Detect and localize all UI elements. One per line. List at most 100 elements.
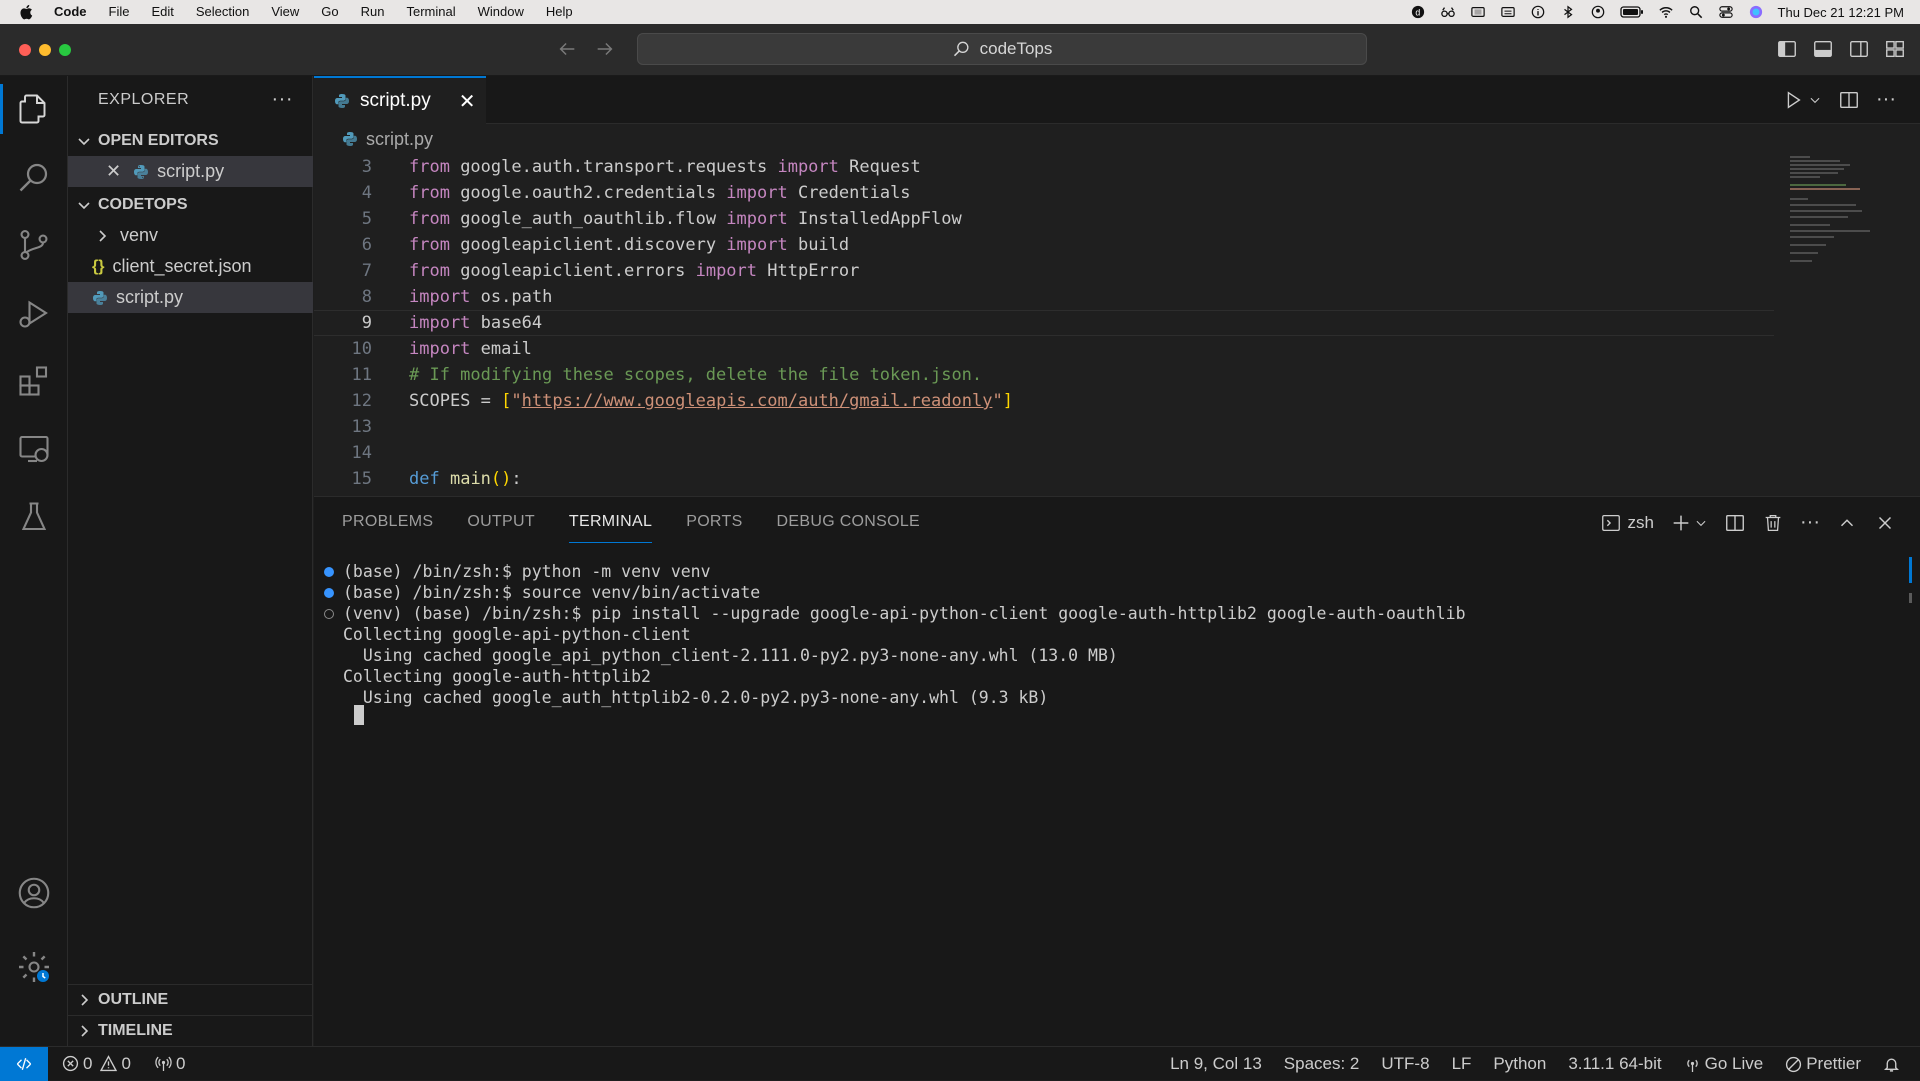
run-debug-activity[interactable]	[0, 280, 68, 346]
chevron-down-icon[interactable]	[1808, 89, 1822, 111]
command-decoration-icon[interactable]	[324, 608, 334, 619]
toggle-primary-sidebar-icon[interactable]	[1776, 38, 1798, 60]
tab-terminal[interactable]: TERMINAL	[568, 511, 653, 543]
code-text[interactable]: import email	[409, 339, 532, 359]
code-line[interactable]: 14	[314, 440, 1774, 466]
control-center-icon[interactable]	[1718, 5, 1734, 19]
go-live-button[interactable]: Go Live	[1684, 1054, 1763, 1074]
breadcrumb-file[interactable]: script.py	[366, 129, 433, 150]
python-interpreter[interactable]: 3.11.1 64-bit	[1568, 1054, 1661, 1074]
apple-logo-icon[interactable]	[18, 3, 36, 21]
menu-selection[interactable]: Selection	[185, 0, 260, 24]
back-arrow-icon[interactable]	[556, 38, 578, 60]
keyboard-icon[interactable]	[1500, 5, 1516, 19]
close-tab-icon[interactable]: ✕	[459, 89, 476, 114]
siri-icon[interactable]	[1748, 5, 1764, 19]
user-circle-icon[interactable]	[1590, 5, 1606, 19]
screen-share-icon[interactable]	[1470, 5, 1486, 19]
code-line[interactable]: 10 import email	[314, 336, 1774, 362]
minimap[interactable]	[1790, 154, 1880, 274]
tree-item-client-secret[interactable]: {} client_secret.json	[68, 251, 313, 282]
tab-ports[interactable]: PORTS	[686, 511, 742, 543]
open-editors-section[interactable]: OPEN EDITORS	[68, 126, 313, 156]
code-text[interactable]: from google.auth.transport.requests impo…	[409, 157, 921, 177]
code-text[interactable]: from googleapiclient.errors import HttpE…	[409, 261, 859, 281]
toggle-secondary-sidebar-icon[interactable]	[1848, 38, 1870, 60]
end-of-line[interactable]: LF	[1452, 1054, 1472, 1074]
close-window-button[interactable]	[19, 44, 31, 56]
source-control-activity[interactable]	[0, 212, 68, 278]
command-decoration-icon[interactable]	[324, 566, 334, 577]
menu-terminal[interactable]: Terminal	[396, 0, 467, 24]
split-terminal-icon[interactable]	[1724, 512, 1746, 534]
new-terminal-icon[interactable]	[1670, 512, 1692, 534]
code-text[interactable]: SCOPES = ["https://www.googleapis.com/au…	[409, 391, 1013, 411]
testing-activity[interactable]	[0, 484, 68, 550]
battery-icon[interactable]	[1619, 5, 1644, 19]
maximize-panel-icon[interactable]	[1836, 512, 1858, 534]
code-line[interactable]: 4 from google.oauth2.credentials import C…	[314, 180, 1774, 206]
remote-indicator[interactable]	[0, 1046, 48, 1081]
open-editor-item[interactable]: ✕ script.py	[68, 156, 313, 187]
more-actions-icon[interactable]: ···	[272, 88, 293, 111]
tab-problems[interactable]: PROBLEMS	[342, 511, 433, 543]
accounts-activity[interactable]	[0, 860, 68, 926]
code-text[interactable]: def main():	[409, 469, 522, 489]
code-line[interactable]: 6 from googleapiclient.discovery import b…	[314, 232, 1774, 258]
bell-icon[interactable]	[1883, 1056, 1900, 1073]
tree-item-venv[interactable]: venv	[68, 220, 313, 251]
trash-icon[interactable]	[1762, 512, 1784, 534]
bluetooth-icon[interactable]	[1560, 5, 1576, 19]
spotlight-search-icon[interactable]	[1688, 5, 1704, 19]
codetops-folder-section[interactable]: CODETOPS	[68, 190, 313, 220]
more-actions-icon[interactable]: ···	[1876, 88, 1896, 111]
ports-status[interactable]: 0	[155, 1054, 185, 1074]
terminal-shell-name[interactable]: zsh	[1628, 513, 1654, 533]
menu-window[interactable]: Window	[467, 0, 535, 24]
menu-app-name[interactable]: Code	[54, 0, 98, 24]
menu-edit[interactable]: Edit	[140, 0, 184, 24]
code-line[interactable]: 5 from google_auth_oauthlib.flow import I…	[314, 206, 1774, 232]
zoom-window-button[interactable]	[59, 44, 71, 56]
close-panel-icon[interactable]	[1874, 512, 1896, 534]
code-line[interactable]: 9 import base64	[314, 310, 1774, 336]
remote-explorer-activity[interactable]	[0, 416, 68, 482]
code-line[interactable]: 12 SCOPES = ["https://www.googleapis.com/…	[314, 388, 1774, 414]
timeline-section[interactable]: TIMELINE	[68, 1015, 313, 1045]
wifi-icon[interactable]	[1658, 5, 1674, 19]
tab-script-py[interactable]: script.py ✕	[314, 76, 486, 124]
customize-layout-icon[interactable]	[1884, 38, 1906, 60]
encoding[interactable]: UTF-8	[1381, 1054, 1429, 1074]
code-line[interactable]: 15 def main():	[314, 466, 1774, 492]
code-line[interactable]: 13	[314, 414, 1774, 440]
menu-help[interactable]: Help	[535, 0, 584, 24]
code-text[interactable]: from googleapiclient.discovery import bu…	[409, 235, 849, 255]
split-editor-icon[interactable]	[1838, 89, 1860, 111]
code-editor[interactable]: 3 from google.auth.transport.requests imp…	[314, 154, 1774, 494]
code-text[interactable]: import os.path	[409, 287, 552, 307]
cursor-position[interactable]: Ln 9, Col 13	[1170, 1054, 1262, 1074]
glasses-icon[interactable]	[1440, 5, 1456, 19]
menu-view[interactable]: View	[260, 0, 310, 24]
tree-item-script[interactable]: script.py	[68, 282, 313, 313]
run-python-file-icon[interactable]	[1782, 89, 1804, 111]
outline-section[interactable]: OUTLINE	[68, 984, 313, 1014]
menu-go[interactable]: Go	[310, 0, 349, 24]
extensions-activity[interactable]	[0, 348, 68, 414]
code-line[interactable]: 3 from google.auth.transport.requests imp…	[314, 154, 1774, 180]
menu-file[interactable]: File	[98, 0, 141, 24]
code-line[interactable]: 8 import os.path	[314, 284, 1774, 310]
language-mode[interactable]: Python	[1493, 1054, 1546, 1074]
problems-status[interactable]: 0 0	[62, 1054, 131, 1074]
search-activity[interactable]	[0, 144, 68, 210]
menubar-clock[interactable]: Thu Dec 21 12:21 PM	[1778, 5, 1904, 20]
tab-debug-console[interactable]: DEBUG CONSOLE	[777, 511, 921, 543]
code-line[interactable]: 11 # If modifying these scopes, delete th…	[314, 362, 1774, 388]
toggle-panel-icon[interactable]	[1812, 38, 1834, 60]
menu-run[interactable]: Run	[350, 0, 396, 24]
terminal-icon[interactable]	[1600, 512, 1622, 534]
explorer-activity[interactable]	[0, 76, 68, 142]
terminal-scrollbar[interactable]	[1909, 557, 1912, 583]
code-text[interactable]: # If modifying these scopes, delete the …	[409, 365, 982, 385]
minimize-window-button[interactable]	[39, 44, 51, 56]
